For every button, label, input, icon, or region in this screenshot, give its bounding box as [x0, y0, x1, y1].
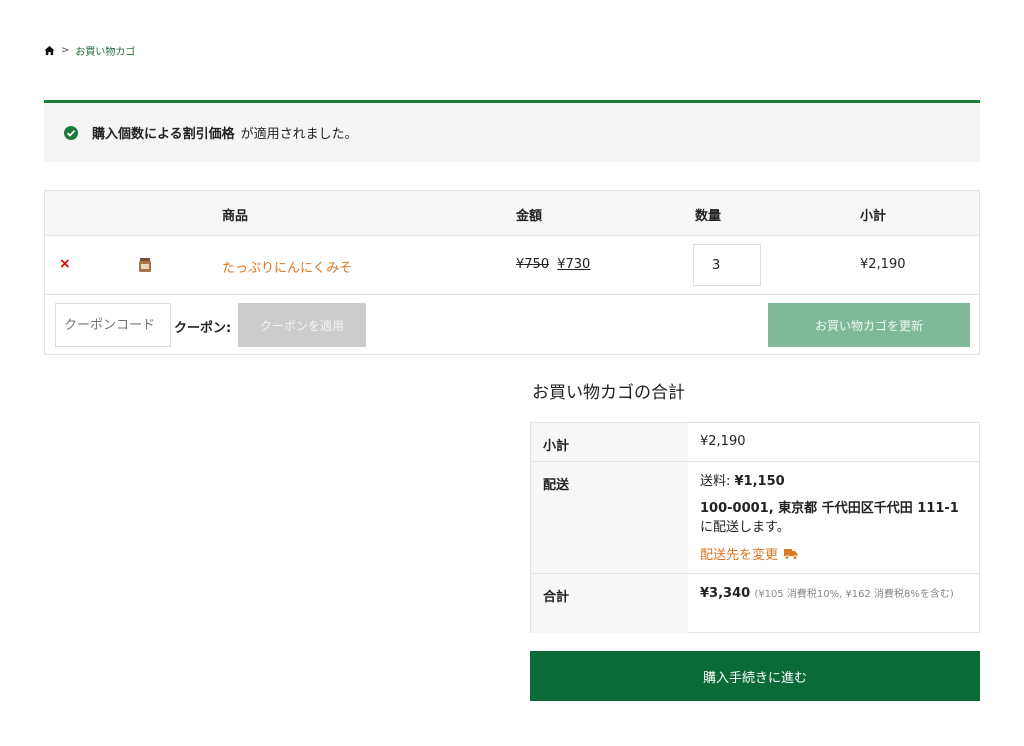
proceed-to-checkout-button[interactable]: 購入手続きに進む — [530, 651, 980, 701]
discount-notice: 購入個数による割引価格 が適用されました。 — [44, 100, 980, 162]
breadcrumb-separator: > — [61, 44, 70, 56]
notice-strong: 購入個数による割引価格 — [92, 127, 235, 142]
tax-note: (¥105 消費税10%, ¥162 消費税8%を含む) — [754, 589, 954, 600]
product-name-link[interactable]: たっぷりにんにくみそ — [222, 257, 352, 276]
item-price: ¥750 ¥730 — [516, 257, 590, 272]
shipping-fee-amount: ¥1,150 — [734, 474, 785, 489]
total-line: ¥3,340 (¥105 消費税10%, ¥162 消費税8%を含む) — [700, 585, 975, 604]
header-subtotal: 小計 — [860, 209, 887, 224]
subtotal-label: 小計 — [531, 423, 688, 461]
cart-totals-table: 小計 ¥2,190 配送 送料: ¥1,150 100-0001, 東京都 千代… — [530, 422, 980, 633]
change-address-label: 配送先を変更 — [700, 548, 779, 563]
discounted-price: ¥730 — [557, 257, 591, 272]
shipping-address-suffix: に配送します。 — [700, 520, 790, 535]
total-label: 合計 — [531, 574, 688, 633]
cart-table-header: 商品 金額 数量 小計 — [45, 191, 979, 236]
coupon-label: クーポン: — [174, 321, 232, 336]
subtotal-value: ¥2,190 — [700, 434, 746, 449]
update-cart-button[interactable]: お買い物カゴを更新 — [768, 303, 970, 347]
header-price: 金額 — [516, 209, 543, 224]
header-quantity: 数量 — [695, 209, 722, 224]
check-circle-icon — [64, 125, 78, 140]
table-row: × たっぷりにんにくみそ ¥750 ¥730 ¥2,190 — [45, 236, 979, 295]
header-product: 商品 — [222, 209, 249, 224]
apply-coupon-button[interactable]: クーポンを適用 — [238, 303, 366, 347]
totals-row-total: 合計 ¥3,340 (¥105 消費税10%, ¥162 消費税8%を含む) — [531, 574, 979, 633]
shipping-fee-label: 送料: — [700, 474, 735, 489]
total-value: ¥3,340 — [700, 586, 751, 601]
coupon-code-input[interactable] — [55, 303, 171, 347]
shipping-fee: 送料: ¥1,150 — [700, 473, 979, 491]
truck-icon — [784, 548, 798, 560]
quantity-input[interactable] — [693, 244, 761, 286]
shipping-details: 送料: ¥1,150 100-0001, 東京都 千代田区千代田 111-1 に… — [688, 462, 979, 573]
shipping-address: 100-0001, 東京都 千代田区千代田 111-1 に配送します。 — [700, 499, 970, 537]
shipping-address-text: 100-0001, 東京都 千代田区千代田 111-1 — [700, 501, 959, 516]
breadcrumb-current: お買い物カゴ — [75, 46, 136, 58]
total-details: ¥3,340 (¥105 消費税10%, ¥162 消費税8%を含む) — [688, 574, 979, 633]
home-icon[interactable] — [44, 45, 55, 56]
totals-row-subtotal: 小計 ¥2,190 — [531, 423, 979, 462]
change-address-link[interactable]: 配送先を変更 — [700, 544, 979, 563]
remove-item-button[interactable]: × — [59, 256, 71, 272]
notice-text: が適用されました。 — [240, 127, 358, 142]
coupon-row: クーポン: クーポンを適用 お買い物カゴを更新 — [45, 295, 979, 355]
item-subtotal: ¥2,190 — [860, 257, 906, 272]
old-price: ¥750 — [516, 257, 550, 272]
cart-table: 商品 金額 数量 小計 × たっぷりにんにくみそ ¥750 ¥730 ¥2,19… — [44, 190, 980, 355]
totals-row-shipping: 配送 送料: ¥1,150 100-0001, 東京都 千代田区千代田 111-… — [531, 462, 979, 574]
shipping-label: 配送 — [531, 462, 688, 573]
product-thumbnail[interactable] — [138, 257, 152, 273]
cart-totals-title: お買い物カゴの合計 — [532, 383, 685, 403]
breadcrumb: > お買い物カゴ — [44, 43, 136, 58]
